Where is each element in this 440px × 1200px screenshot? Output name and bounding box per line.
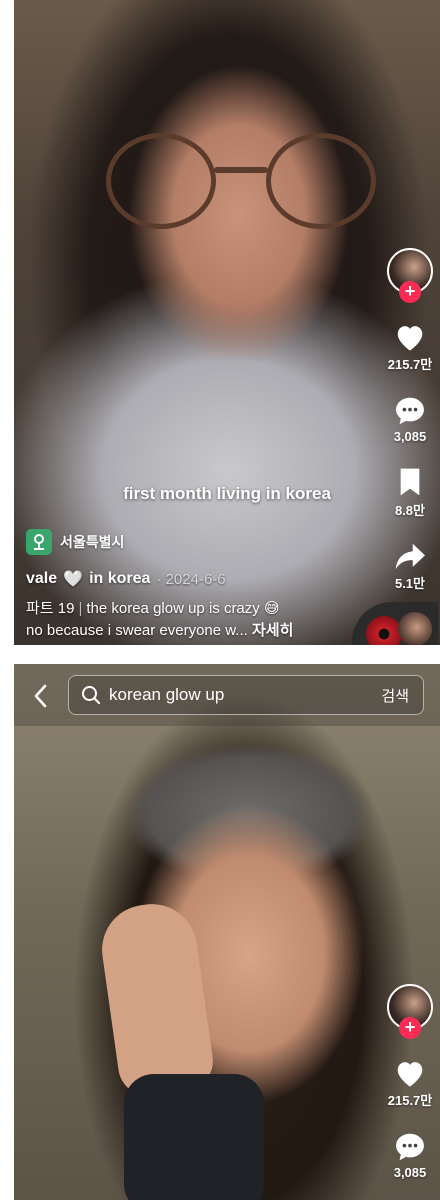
search-bar[interactable]: 검색 (68, 675, 424, 715)
action-rail-2: + 215.7만 3,085 (384, 984, 436, 1180)
creator-avatar-2[interactable]: + (387, 984, 433, 1039)
video-overlay-text: first month living in korea (123, 484, 331, 503)
map-pin-icon (26, 529, 52, 555)
plus-icon[interactable]: + (399, 1017, 421, 1039)
share-button[interactable]: 5.1만 (384, 541, 436, 592)
search-input[interactable] (109, 685, 359, 705)
search-icon (82, 686, 101, 705)
comment-icon (396, 397, 424, 425)
location-tag[interactable]: 서울특별시 (26, 529, 124, 555)
caption-line-2: no because i swear everyone w... (26, 622, 248, 639)
comment-button[interactable]: 3,085 (384, 395, 436, 444)
sound-avatar (398, 612, 432, 645)
author-name[interactable]: vale (26, 570, 57, 588)
share-icon (395, 543, 425, 569)
heart-icon (397, 326, 423, 351)
comment-count-2: 3,085 (393, 1165, 427, 1180)
sound-icon (366, 616, 402, 645)
chevron-left-icon[interactable] (28, 682, 52, 710)
sleeve-graphic (124, 1074, 264, 1200)
author-suffix[interactable]: in korea (89, 570, 150, 588)
creator-avatar[interactable]: + (387, 248, 433, 303)
like-button[interactable]: 215.7만 (384, 322, 436, 373)
video-caption[interactable]: 파트 19 | the korea glow up is crazy 😅 no be… (26, 598, 346, 642)
like-count-2: 215.7만 (387, 1093, 433, 1108)
search-submit-button[interactable]: 검색 (381, 685, 409, 706)
glasses-graphic (106, 133, 376, 233)
see-more-link[interactable]: 자세히 (252, 622, 293, 639)
comment-count: 3,085 (393, 429, 427, 444)
part-label: 파트 19 (26, 600, 75, 617)
like-button-2[interactable]: 215.7만 (384, 1058, 436, 1109)
action-rail-1: + 215.7만 3,085 8.8만 5.1만 (384, 248, 436, 592)
search-header: 검색 (14, 664, 440, 726)
heart-icon (397, 1062, 423, 1087)
video-post-1[interactable]: + 215.7만 3,085 8.8만 5.1만 first month liv… (14, 0, 440, 645)
white-heart-icon: 🤍 (63, 571, 84, 588)
caption-line-1: the korea glow up is crazy 😅 (86, 600, 280, 617)
part-separator: | (78, 600, 83, 617)
video-post-2[interactable]: 검색 + 215.7만 3,085 (14, 664, 440, 1200)
location-label: 서울특별시 (60, 534, 125, 550)
share-count: 5.1만 (394, 576, 426, 591)
post-date: · 2024-6-6 (156, 570, 226, 588)
comment-icon (396, 1133, 424, 1161)
like-count: 215.7만 (387, 357, 433, 372)
plus-icon[interactable]: + (399, 281, 421, 303)
author-line[interactable]: vale 🤍 in korea · 2024-6-6 (26, 569, 226, 589)
comment-button-2[interactable]: 3,085 (384, 1131, 436, 1180)
